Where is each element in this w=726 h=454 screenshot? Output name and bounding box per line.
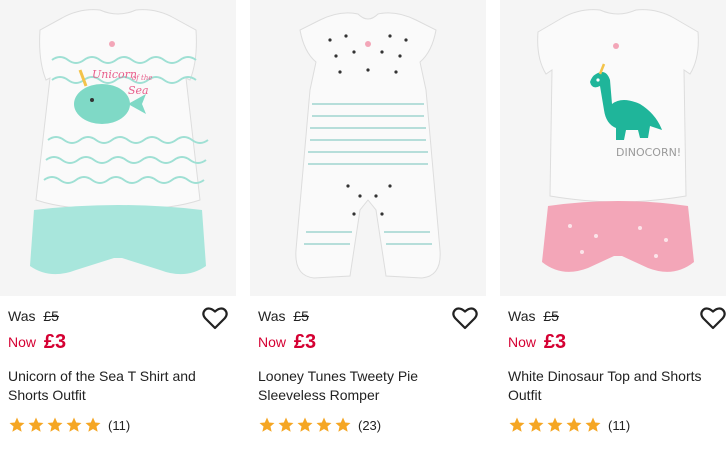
product-image-dinosaur-outfit[interactable]: DINOCORN! — [500, 0, 726, 296]
star-icon — [259, 417, 275, 432]
star-icon — [316, 417, 332, 432]
star-icon — [509, 417, 525, 432]
dinocorn-image-text: DINOCORN! — [616, 146, 681, 159]
rating-stars — [8, 416, 102, 434]
review-count: (11) — [608, 417, 631, 433]
svg-text:of the: of the — [132, 74, 153, 82]
unicorn-image-text: Unicorn — [92, 68, 137, 81]
star-icon — [47, 417, 63, 432]
product-title[interactable]: White Dinosaur Top and Shorts Outfit — [508, 367, 726, 405]
star-icon — [547, 417, 563, 432]
product-grid: Unicorn of the Sea Was £5 Now £3 Unicorn… — [0, 0, 726, 454]
star-icon — [66, 417, 82, 432]
star-icon — [528, 417, 544, 432]
was-price-row: Was £5 — [258, 308, 309, 324]
rating-stars — [258, 416, 352, 434]
review-count: (23) — [358, 417, 382, 433]
product-rating[interactable]: (11) — [8, 415, 130, 435]
now-price-row: Now £3 — [258, 330, 316, 353]
now-label: Now — [508, 334, 537, 350]
product-title[interactable]: Unicorn of the Sea T Shirt and Shorts Ou… — [8, 367, 234, 405]
wishlist-heart-icon[interactable] — [700, 306, 726, 330]
star-icon — [335, 417, 351, 432]
star-icon — [297, 417, 313, 432]
product-image-tweety-romper[interactable] — [250, 0, 486, 296]
was-price-row: Was £5 — [508, 308, 559, 324]
star-icon — [566, 417, 582, 432]
product-rating[interactable]: (11) — [508, 415, 630, 435]
now-label: Now — [8, 334, 37, 350]
was-price: £5 — [43, 308, 59, 324]
wishlist-heart-icon[interactable] — [452, 306, 478, 330]
now-price: £3 — [543, 331, 567, 353]
product-card[interactable]: Unicorn of the Sea Was £5 Now £3 Unicorn… — [0, 0, 240, 454]
rating-stars — [508, 416, 602, 434]
star-icon — [9, 417, 25, 432]
product-title[interactable]: Looney Tunes Tweety Pie Sleeveless Rompe… — [258, 367, 484, 405]
product-card[interactable]: DINOCORN! Was £5 Now £3 White Dinosaur T… — [500, 0, 726, 454]
star-icon — [278, 417, 294, 432]
svg-text:Sea: Sea — [128, 84, 149, 97]
wishlist-heart-icon[interactable] — [202, 306, 228, 330]
review-count: (11) — [108, 417, 131, 433]
product-rating[interactable]: (23) — [258, 415, 381, 435]
was-label: Was — [508, 308, 536, 324]
was-label: Was — [8, 308, 36, 324]
now-price: £3 — [43, 331, 67, 353]
now-label: Now — [258, 334, 287, 350]
was-price-row: Was £5 — [8, 308, 59, 324]
star-icon — [28, 417, 44, 432]
product-card[interactable]: Was £5 Now £3 Looney Tunes Tweety Pie Sl… — [250, 0, 490, 454]
product-image-unicorn-outfit[interactable]: Unicorn of the Sea — [0, 0, 236, 296]
now-price-row: Now £3 — [508, 330, 566, 353]
was-label: Was — [258, 308, 286, 324]
was-price: £5 — [293, 308, 309, 324]
star-icon — [85, 417, 101, 432]
star-icon — [585, 417, 601, 432]
was-price: £5 — [543, 308, 559, 324]
now-price: £3 — [293, 331, 317, 353]
now-price-row: Now £3 — [8, 330, 66, 353]
